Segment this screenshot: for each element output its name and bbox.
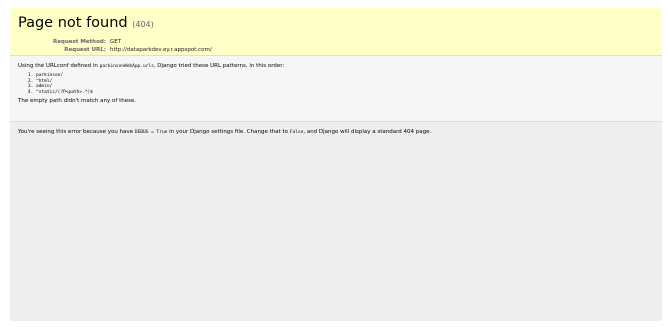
error-page: Page not found (404) Request Method: GET… [10,8,662,321]
explanation-part-2: in your Django settings file. Change tha… [167,129,290,135]
request-method-label: Request Method: [52,39,106,45]
status-code: (404) [132,20,154,29]
url-pattern-item: ^static/(?P<path>.*)$ [36,90,654,96]
urlconf-module: parkinsonWebApp.urls [99,64,154,69]
request-url-value[interactable]: http://dataparkdev.ey.r.appspot.com/ [108,46,214,54]
false-value-code: False [289,130,304,135]
empty-path-note: The empty path didn't match any of these… [18,98,137,104]
debug-explanation: You're seeing this error because you hav… [10,122,662,143]
request-url-row: Request URL: http://dataparkdev.ey.r.app… [28,46,214,54]
urlconf-intro: Using the URLconf defined in parkinsonWe… [18,62,654,71]
urlconf-info: Using the URLconf defined in parkinsonWe… [10,56,662,122]
debug-setting-code: DEBUG = True [134,130,168,135]
urlconf-intro-before: Using the URLconf defined in [18,63,100,69]
explanation-part-3: , and Django will display a standard 404… [303,129,432,135]
page-title: Page not found (404) [18,14,654,34]
request-method-value: GET [110,39,122,45]
request-meta-table: Request Method: GET Request URL: http://… [28,38,214,54]
explanation-part-1: You're seeing this error because you hav… [18,129,135,135]
debug-explanation-text: You're seeing this error because you hav… [18,128,654,137]
urlconf-intro-after: , Django tried these URL patterns, in th… [153,63,285,69]
error-summary: Page not found (404) Request Method: GET… [10,8,662,56]
page-title-text: Page not found [18,15,128,31]
url-pattern-list: parkinson/ ^html/ admin/ ^static/(?P<pat… [18,73,654,95]
request-url-label: Request URL: [64,47,106,53]
request-method-row: Request Method: GET [28,38,214,46]
